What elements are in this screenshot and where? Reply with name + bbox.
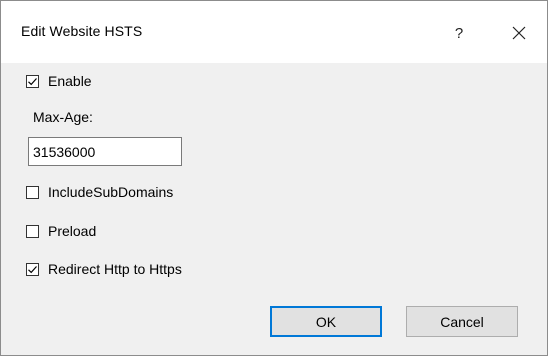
preload-checkbox[interactable] <box>26 224 39 238</box>
preload-label: Preload <box>48 223 97 239</box>
redirect-checkbox-row[interactable]: Redirect Http to Https <box>26 259 182 279</box>
redirect-checkbox[interactable] <box>26 262 39 276</box>
cancel-button[interactable]: Cancel <box>406 306 518 337</box>
close-button[interactable] <box>497 13 541 53</box>
dialog-title: Edit Website HSTS <box>21 23 143 39</box>
title-bar: Edit Website HSTS ? <box>1 1 547 63</box>
max-age-label: Max-Age: <box>33 109 93 125</box>
enable-label: Enable <box>48 73 92 89</box>
close-icon <box>512 26 526 40</box>
include-subdomains-checkbox-row[interactable]: IncludeSubDomains <box>26 182 173 202</box>
ok-button[interactable]: OK <box>270 306 382 337</box>
help-button[interactable]: ? <box>437 13 481 53</box>
preload-checkbox-row[interactable]: Preload <box>26 221 96 241</box>
enable-checkbox[interactable] <box>26 74 39 88</box>
include-subdomains-checkbox[interactable] <box>26 185 39 199</box>
max-age-input[interactable] <box>28 137 182 166</box>
enable-checkbox-row[interactable]: Enable <box>26 71 92 91</box>
checkmark-icon <box>28 265 37 273</box>
checkmark-icon <box>28 77 37 85</box>
help-icon: ? <box>454 24 464 42</box>
edit-hsts-dialog: Edit Website HSTS ? Enable Max-Age: Incl… <box>0 0 548 356</box>
redirect-label: Redirect Http to Https <box>48 261 182 277</box>
include-subdomains-label: IncludeSubDomains <box>48 184 174 200</box>
